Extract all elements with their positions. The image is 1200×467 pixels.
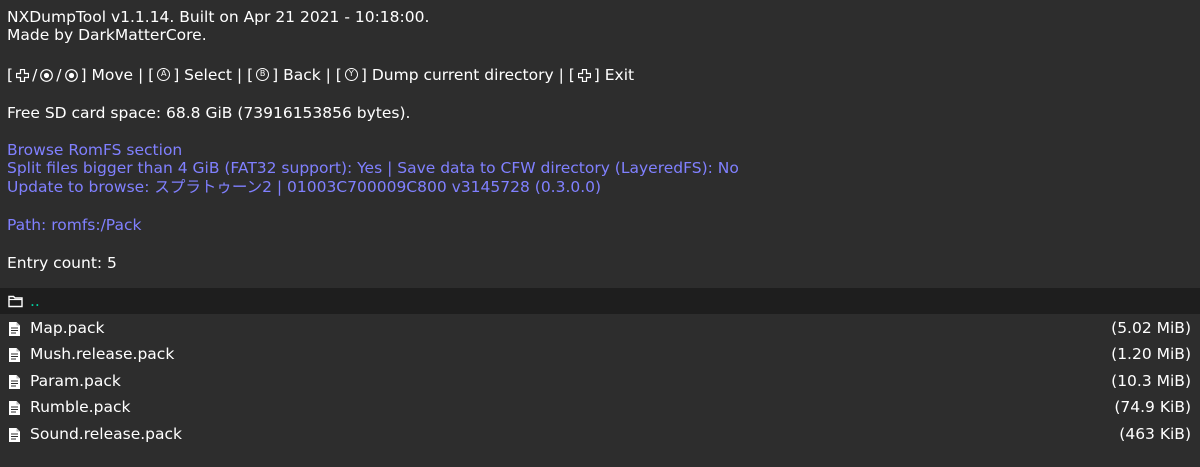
- controls-exit: ] Exit: [593, 66, 635, 84]
- romfs-options: Split files bigger than 4 GiB (FAT32 sup…: [7, 159, 739, 177]
- file-size: (5.02 MiB): [1111, 319, 1191, 337]
- controls-slash-1: /: [32, 66, 38, 84]
- author-line: Made by DarkMatterCore.: [7, 26, 207, 44]
- file-icon: [8, 400, 22, 415]
- file-icon: [8, 347, 22, 362]
- controls-back: ] Back | [: [272, 66, 342, 84]
- free-space-status: Free SD card space: 68.8 GiB (7391615385…: [7, 104, 411, 122]
- controls-dump: ] Dump current directory | [: [360, 66, 575, 84]
- controls-hint: [ / / ] Move | [ A ] Select | [ B ] Back…: [7, 66, 634, 84]
- folder-icon: [8, 294, 23, 309]
- parent-directory-label: ..: [30, 292, 40, 310]
- b-button-icon: B: [256, 67, 270, 81]
- file-entry[interactable]: Map.pack (5.02 MiB): [0, 315, 1200, 341]
- file-entry[interactable]: Mush.release.pack (1.20 MiB): [0, 341, 1200, 367]
- entry-count: Entry count: 5: [7, 254, 117, 272]
- file-name: Param.pack: [30, 372, 121, 390]
- file-icon: [8, 427, 22, 442]
- file-name: Rumble.pack: [30, 398, 131, 416]
- file-entry[interactable]: Sound.release.pack (463 KiB): [0, 421, 1200, 447]
- left-stick-icon: [40, 68, 54, 82]
- dpad-icon: [15, 68, 30, 82]
- app-title: NXDumpTool v1.1.14. Built on Apr 21 2021…: [7, 8, 430, 26]
- file-size: (1.20 MiB): [1111, 345, 1191, 363]
- file-icon: [8, 321, 22, 336]
- file-icon: [8, 374, 22, 389]
- file-entry[interactable]: Rumble.pack (74.9 KiB): [0, 394, 1200, 420]
- file-name: Map.pack: [30, 319, 105, 337]
- file-size: (74.9 KiB): [1114, 398, 1191, 416]
- plus-button-icon: [577, 68, 591, 82]
- file-size: (463 KiB): [1119, 425, 1191, 443]
- file-name: Mush.release.pack: [30, 345, 175, 363]
- parent-directory-entry[interactable]: ..: [0, 288, 1200, 314]
- a-button-icon: A: [157, 67, 171, 81]
- controls-slash-2: /: [56, 66, 62, 84]
- romfs-section-title: Browse RomFS section: [7, 141, 183, 159]
- file-name: Sound.release.pack: [30, 425, 183, 443]
- right-stick-icon: [64, 68, 78, 82]
- controls-select: ] Select | [: [173, 66, 254, 84]
- file-entry[interactable]: Param.pack (10.3 MiB): [0, 368, 1200, 394]
- romfs-path: Path: romfs:/Pack: [7, 216, 142, 234]
- file-size: (10.3 MiB): [1111, 372, 1191, 390]
- romfs-update: Update to browse: スプラトゥーン2 | 01003C70000…: [7, 178, 602, 196]
- controls-bracket: [: [7, 66, 14, 84]
- y-button-icon: Y: [344, 67, 358, 81]
- controls-move: ] Move | [: [80, 66, 155, 84]
